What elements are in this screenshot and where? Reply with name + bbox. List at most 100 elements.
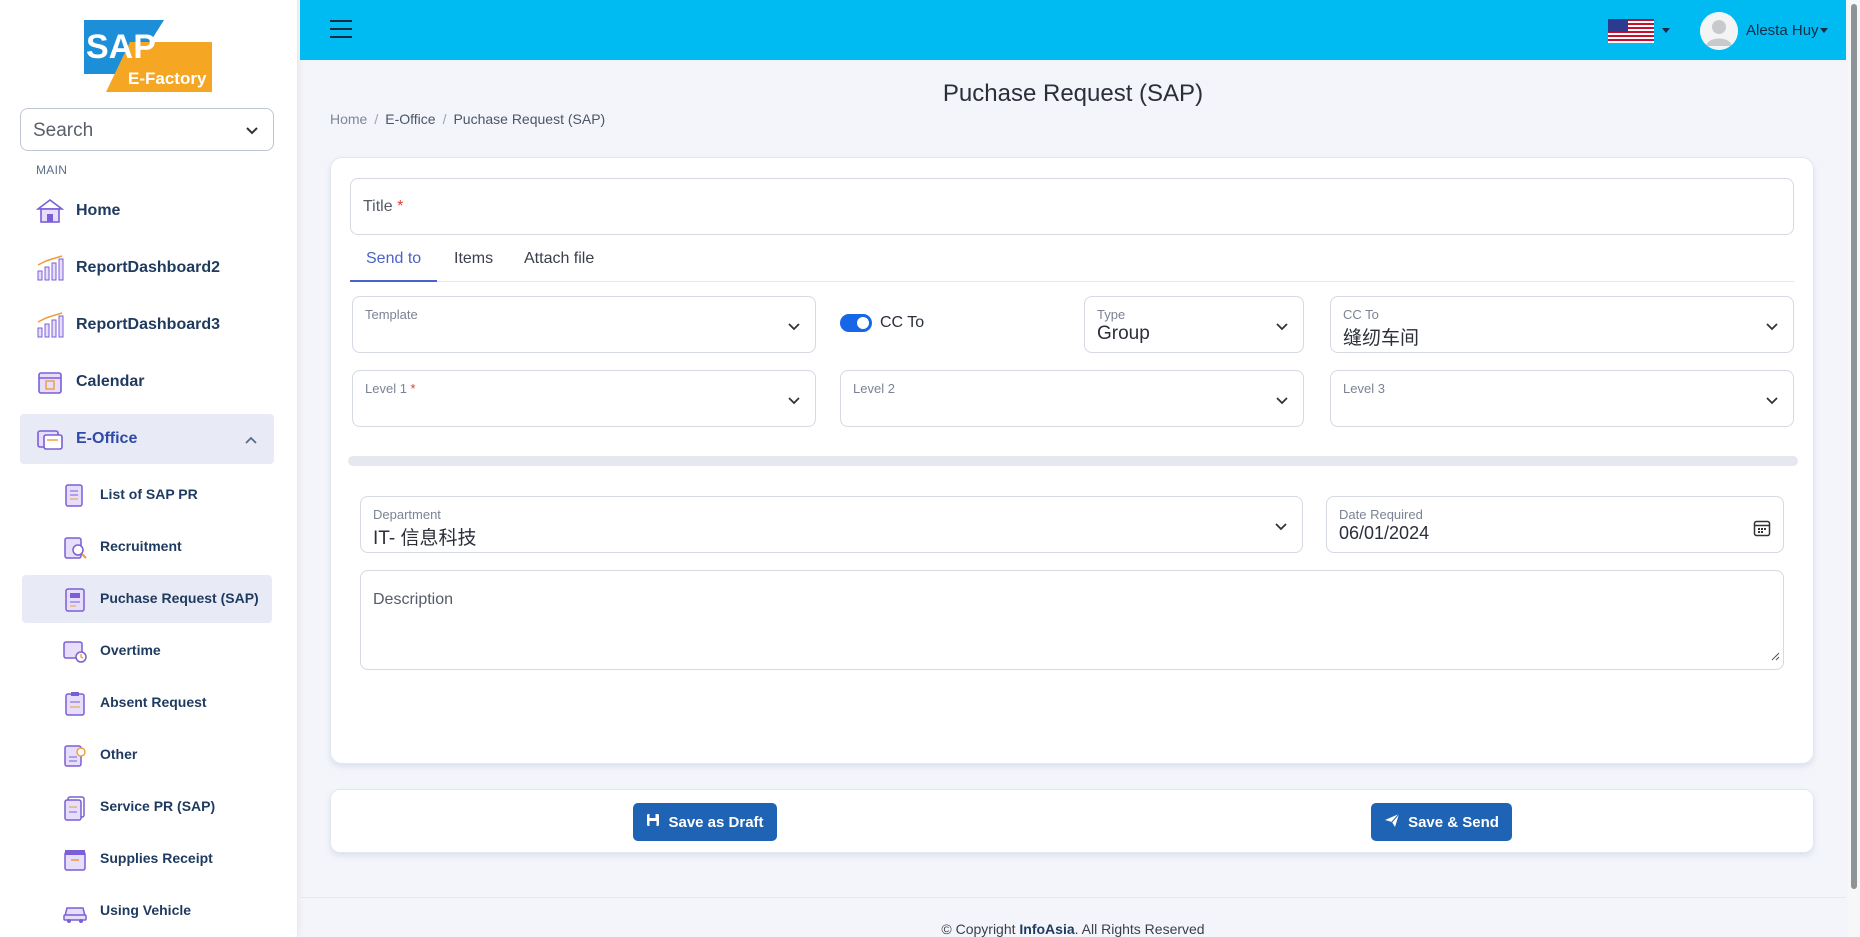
chevron-down-icon [245,123,259,141]
save-and-send-button[interactable]: Save & Send [1371,803,1512,841]
sidebar-subitem-service-pr-sap[interactable]: Service PR (SAP) [22,783,272,831]
sap-logo[interactable]: SAP E-Factory [84,20,212,92]
chart-icon [36,312,64,338]
sidebar-subitem-using-vehicle[interactable]: Using Vehicle [22,887,272,935]
sidebar-item-label: E-Office [76,430,138,447]
cc-to-label: CC To [1343,307,1379,322]
template-select[interactable]: Template [352,296,816,353]
sidebar-item-label: ReportDashboard3 [76,316,221,333]
save-as-draft-label: Save as Draft [668,813,764,831]
sidebar-subitem-overtime[interactable]: Overtime [22,627,272,675]
language-caret-icon[interactable] [1662,28,1670,33]
chevron-down-icon [1275,319,1289,337]
user-name[interactable]: Alesta Huy [1746,22,1819,39]
tab-attach-file[interactable]: Attach file [524,250,594,282]
type-label: Type [1097,307,1126,322]
sidebar-subitem-label: Recruitment [100,538,182,554]
svg-text:SAP: SAP [86,28,156,66]
svg-text:E-Factory: E-Factory [128,69,207,88]
sidebar-subitem-recruitment[interactable]: Recruitment [22,523,272,571]
user-menu-caret-icon[interactable] [1820,28,1828,33]
sidebar-item-reportdashboard3[interactable]: ReportDashboard3 [20,300,274,350]
sidebar-item-calendar[interactable]: Calendar [20,357,274,407]
cc-to-value: 缝纫车间 [1343,328,1420,349]
level2-select[interactable]: Level 2 [840,370,1304,427]
sidebar-item-home[interactable]: Home [20,186,274,236]
sidebar-item-reportdashboard2[interactable]: ReportDashboard2 [20,243,274,293]
clipboard-icon [62,691,88,717]
save-as-draft-button[interactable]: Save as Draft [633,803,777,841]
tab-send-to[interactable]: Send to [350,250,438,282]
sidebar-subitem-label: Using Vehicle [100,902,192,918]
footer-divider [300,897,1846,898]
avatar[interactable] [1700,12,1738,50]
hamburger-menu-icon[interactable] [330,20,352,40]
page-title: Puchase Request (SAP) [942,80,1204,107]
save-and-send-label: Save & Send [1408,813,1499,831]
title-label: Title * [363,198,404,215]
sidebar-subitem-purchase-request-sap[interactable]: Puchase Request (SAP) [22,575,272,623]
chevron-down-icon [787,393,801,411]
chevron-down-icon [1765,393,1779,411]
sidebar-subitem-supplies-receipt[interactable]: Supplies Receipt [22,835,272,883]
floppy-disk-icon [646,813,660,831]
date-required-label: Date Required [1339,507,1423,522]
vertical-scrollbar[interactable] [1848,0,1860,937]
sidebar-subitem-label: Absent Request [100,694,207,710]
resize-grip-icon[interactable] [1770,648,1780,666]
date-required-value: 06/01/2024 [1339,523,1430,543]
recruitment-icon [62,535,88,561]
sidebar-item-label: Calendar [76,373,145,390]
type-select[interactable]: Type Group [1084,296,1304,353]
chevron-down-icon [1275,393,1289,411]
chevron-up-icon [244,432,258,450]
footer-company-link[interactable]: InfoAsia [1019,921,1074,937]
service-icon [62,795,88,821]
sidebar-subitem-absent-request[interactable]: Absent Request [22,679,272,727]
home-icon [35,198,65,224]
section-divider [348,456,1798,466]
search-placeholder: Search [33,120,94,141]
sidebar-item-e-office[interactable]: E-Office [20,414,274,464]
breadcrumb-current: Puchase Request (SAP) [453,111,606,127]
cc-to-select[interactable]: CC To 缝纫车间 [1330,296,1794,353]
level1-select[interactable]: Level 1 * [352,370,816,427]
level3-label: Level 3 [1343,381,1385,396]
purchase-icon [62,587,88,613]
chevron-down-icon [787,319,801,337]
level2-label: Level 2 [853,381,895,396]
sidebar-subitem-label: List of SAP PR [100,486,198,502]
title-field[interactable]: Title * [350,178,1794,235]
sidebar-subitem-list-of-sap-pr[interactable]: List of SAP PR [22,471,272,519]
chart-icon [36,255,64,281]
form-tabs: Send to Items Attach file [350,248,1794,282]
cc-to-toggle[interactable] [840,314,872,332]
description-placeholder: Description [373,591,454,608]
us-flag-icon[interactable] [1608,19,1654,43]
footer: © Copyright InfoAsia. All Rights Reserve… [941,921,1205,937]
description-textarea[interactable]: Description [360,570,1784,670]
sidebar-subitem-other[interactable]: Other [22,731,272,779]
calendar-icon[interactable] [1753,519,1771,542]
sidebar-section-label: MAIN [36,163,68,177]
sidebar: SAP E-Factory Search MAIN Home ReportDas… [0,0,298,937]
department-label: Department [373,507,441,522]
other-icon [62,743,88,769]
sidebar-search-select[interactable]: Search [20,108,274,151]
sidebar-item-label: ReportDashboard2 [76,259,221,276]
breadcrumb-e-office[interactable]: E-Office [385,111,435,127]
chevron-down-icon [1274,519,1288,537]
level3-select[interactable]: Level 3 [1330,370,1794,427]
sidebar-subitem-label: Other [100,746,138,762]
date-required-field[interactable]: Date Required 06/01/2024 [1326,496,1784,553]
type-value: Group [1097,323,1150,344]
list-icon [62,483,88,509]
level1-label: Level 1 * [365,381,416,396]
tab-items[interactable]: Items [454,250,493,282]
paper-plane-icon [1384,813,1400,832]
sidebar-item-label: Home [76,202,121,219]
department-select[interactable]: Department IT- 信息科技 [360,496,1303,553]
breadcrumb-home[interactable]: Home [330,111,367,127]
vehicle-icon [62,899,88,925]
template-label: Template [365,307,418,322]
